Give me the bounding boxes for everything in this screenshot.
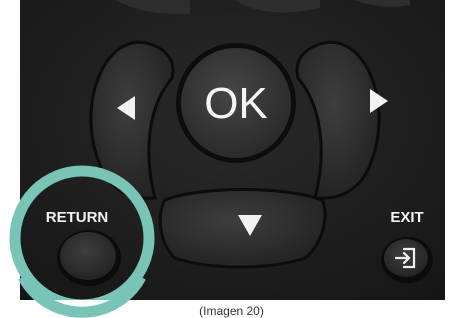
return-button[interactable] xyxy=(57,230,121,286)
exit-button[interactable] xyxy=(381,237,433,283)
ok-label: OK xyxy=(204,79,268,128)
down-button[interactable] xyxy=(158,188,327,269)
return-label: RETURN xyxy=(46,209,109,226)
image-caption: (Imagen 20) xyxy=(199,304,264,318)
remote-control-photo: OK RETURN EXIT xyxy=(0,0,463,318)
ok-button[interactable]: OK xyxy=(176,43,296,163)
exit-label: EXIT xyxy=(390,209,423,226)
